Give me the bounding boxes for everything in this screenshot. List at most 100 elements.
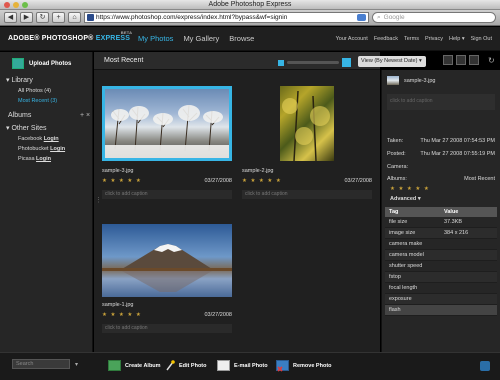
caption-input[interactable]: click to add caption bbox=[102, 190, 232, 199]
picasa-login-link[interactable]: Login bbox=[36, 156, 51, 162]
user-nav: Your Account Feedback Terms Privacy Help… bbox=[336, 36, 492, 42]
sidebar-item-most-recent[interactable]: Most Recent (3) bbox=[18, 98, 57, 104]
photo-card[interactable]: sample-3.jpg ★ ★ ★ ★ ★ 03/27/2008 click … bbox=[102, 86, 232, 204]
nav-my-gallery[interactable]: My Gallery bbox=[183, 34, 219, 43]
window-controls bbox=[4, 2, 28, 8]
meta-albums: Albums: Most Recent bbox=[387, 176, 495, 182]
cell-tag: exposure bbox=[389, 296, 412, 302]
create-album-icon bbox=[108, 360, 121, 371]
library-header[interactable]: ▾ Library bbox=[6, 76, 33, 84]
photo-rating[interactable]: ★ ★ ★ ★ ★ bbox=[102, 178, 142, 184]
photo-thumbnail[interactable] bbox=[102, 86, 232, 161]
minimize-window-button[interactable] bbox=[13, 2, 19, 8]
email-photo-button[interactable]: E-mail Photo bbox=[217, 360, 268, 371]
nav-privacy[interactable]: Privacy bbox=[425, 36, 443, 42]
meta-key: Taken: bbox=[387, 138, 404, 144]
view-select[interactable]: View (By Newest Date) ▾ bbox=[358, 56, 426, 67]
window-titlebar: Adobe Photoshop Express bbox=[0, 0, 500, 10]
pane-divider-handle[interactable]: ⋮ bbox=[95, 196, 102, 204]
thumbnail-size-slider[interactable] bbox=[278, 58, 351, 67]
nav-sign-out[interactable]: Sign Out bbox=[471, 36, 492, 42]
nav-your-account[interactable]: Your Account bbox=[336, 36, 368, 42]
meta-value[interactable]: Most Recent bbox=[464, 176, 495, 182]
nav-my-photos[interactable]: My Photos bbox=[138, 34, 173, 43]
table-row: camera model bbox=[385, 250, 497, 261]
nav-help[interactable]: Help ▾ bbox=[449, 36, 465, 42]
advanced-toggle[interactable]: Advanced ▾ bbox=[390, 196, 421, 202]
photobucket-login-link[interactable]: Login bbox=[50, 146, 65, 152]
grid-view-icon[interactable] bbox=[456, 55, 466, 65]
reload-button[interactable]: ↻ bbox=[36, 12, 49, 23]
app-logo: ADOBE® PHOTOSHOP® EXPRESS BETA bbox=[8, 30, 132, 42]
address-bar[interactable]: https://www.photoshop.com/express/index.… bbox=[84, 12, 369, 23]
browser-search-placeholder: Google bbox=[383, 14, 405, 21]
back-button[interactable]: ◀ bbox=[4, 12, 17, 23]
remove-photo-button[interactable]: Remove Photo bbox=[276, 360, 332, 372]
nav-browse[interactable]: Browse bbox=[229, 34, 254, 43]
exif-table: Tag Value file size 37.3KB image size 384 … bbox=[385, 207, 497, 316]
selected-photo-thumb bbox=[387, 76, 399, 85]
list-view-icon[interactable] bbox=[469, 55, 479, 65]
meta-taken: Taken: Thu Mar 27 2008 07:54:53 PM bbox=[387, 138, 495, 144]
email-photo-label: E-mail Photo bbox=[234, 362, 268, 369]
zoom-window-button[interactable] bbox=[22, 2, 28, 8]
caption-input[interactable]: click to add caption bbox=[242, 190, 372, 199]
cell-tag: focal length bbox=[389, 285, 418, 291]
photo-card[interactable]: sample-2.jpg ★ ★ ★ ★ ★ 03/27/2008 click … bbox=[242, 86, 372, 204]
facebook-login-link[interactable]: Login bbox=[44, 136, 59, 142]
table-row: file size 37.3KB bbox=[385, 217, 497, 228]
rss-icon[interactable] bbox=[357, 14, 366, 21]
info-view-icon[interactable] bbox=[443, 55, 453, 65]
large-thumb-icon bbox=[342, 58, 351, 67]
panel-rating[interactable]: ★ ★ ★ ★ ★ bbox=[390, 186, 430, 192]
panel-caption-input[interactable]: click to add caption bbox=[387, 94, 495, 110]
refresh-icon[interactable]: ↻ bbox=[488, 56, 495, 65]
other-sites-header[interactable]: ▾ Other Sites bbox=[6, 124, 46, 132]
upload-icon bbox=[12, 58, 24, 69]
cell-tag: camera model bbox=[389, 252, 424, 258]
magnifier-icon: ⌕ bbox=[377, 14, 381, 21]
cell-tag: shutter speed bbox=[389, 263, 423, 269]
nav-terms[interactable]: Terms bbox=[404, 36, 419, 42]
table-row: exposure bbox=[385, 294, 497, 305]
caption-input[interactable]: click to add caption bbox=[102, 324, 232, 333]
browser-toolbar: ◀ ▶ ↻ + ⌂ https://www.photoshop.com/expr… bbox=[0, 10, 500, 26]
close-window-button[interactable] bbox=[4, 2, 10, 8]
grid-title: Most Recent bbox=[104, 57, 144, 64]
edit-photo-button[interactable]: Edit Photo bbox=[166, 360, 207, 371]
nav-feedback[interactable]: Feedback bbox=[374, 36, 398, 42]
albums-header[interactable]: Albums bbox=[8, 112, 31, 119]
meta-value: Thu Mar 27 2008 07:54:53 PM bbox=[420, 138, 495, 144]
upload-photos-button[interactable]: Upload Photos bbox=[12, 58, 71, 69]
action-bar: Create Album Edit Photo E-mail Photo Rem… bbox=[94, 352, 500, 380]
magic-wand-icon bbox=[166, 360, 175, 371]
table-row: focal length bbox=[385, 283, 497, 294]
photo-rating[interactable]: ★ ★ ★ ★ ★ bbox=[242, 178, 282, 184]
remove-photo-icon bbox=[276, 360, 289, 372]
search-options-icon[interactable]: ▾ bbox=[75, 361, 78, 368]
create-album-label: Create Album bbox=[125, 362, 161, 369]
photo-thumbnail[interactable] bbox=[280, 86, 334, 162]
col-value: Value bbox=[444, 209, 459, 215]
albums-controls[interactable]: + × bbox=[80, 112, 90, 119]
photo-card[interactable]: sample-1.jpg ★ ★ ★ ★ ★ 03/27/2008 click … bbox=[102, 224, 232, 342]
forward-button[interactable]: ▶ bbox=[20, 12, 33, 23]
photo-date: 03/27/2008 bbox=[344, 178, 372, 184]
add-bookmark-button[interactable]: + bbox=[52, 12, 65, 23]
library-search-input[interactable]: Search bbox=[12, 359, 70, 369]
home-button[interactable]: ⌂ bbox=[68, 12, 81, 23]
browser-search-input[interactable]: ⌕ Google bbox=[372, 12, 496, 23]
cell-tag: flash bbox=[389, 307, 401, 313]
meta-key: Albums: bbox=[387, 176, 407, 182]
photo-thumbnail[interactable] bbox=[102, 224, 232, 297]
photo-rating[interactable]: ★ ★ ★ ★ ★ bbox=[102, 312, 142, 318]
table-row: camera make bbox=[385, 239, 497, 250]
photo-name: sample-1.jpg bbox=[102, 302, 134, 308]
slider-track[interactable] bbox=[287, 61, 339, 64]
meta-posted: Posted: Thu Mar 27 2008 07:55:19 PM bbox=[387, 151, 495, 157]
site-name: Photobucket bbox=[18, 146, 49, 152]
create-album-button[interactable]: Create Album bbox=[108, 360, 161, 371]
cell-value: 37.3KB bbox=[444, 219, 463, 225]
sidebar-item-all-photos[interactable]: All Photos (4) bbox=[18, 88, 51, 94]
status-icon[interactable] bbox=[480, 361, 490, 371]
